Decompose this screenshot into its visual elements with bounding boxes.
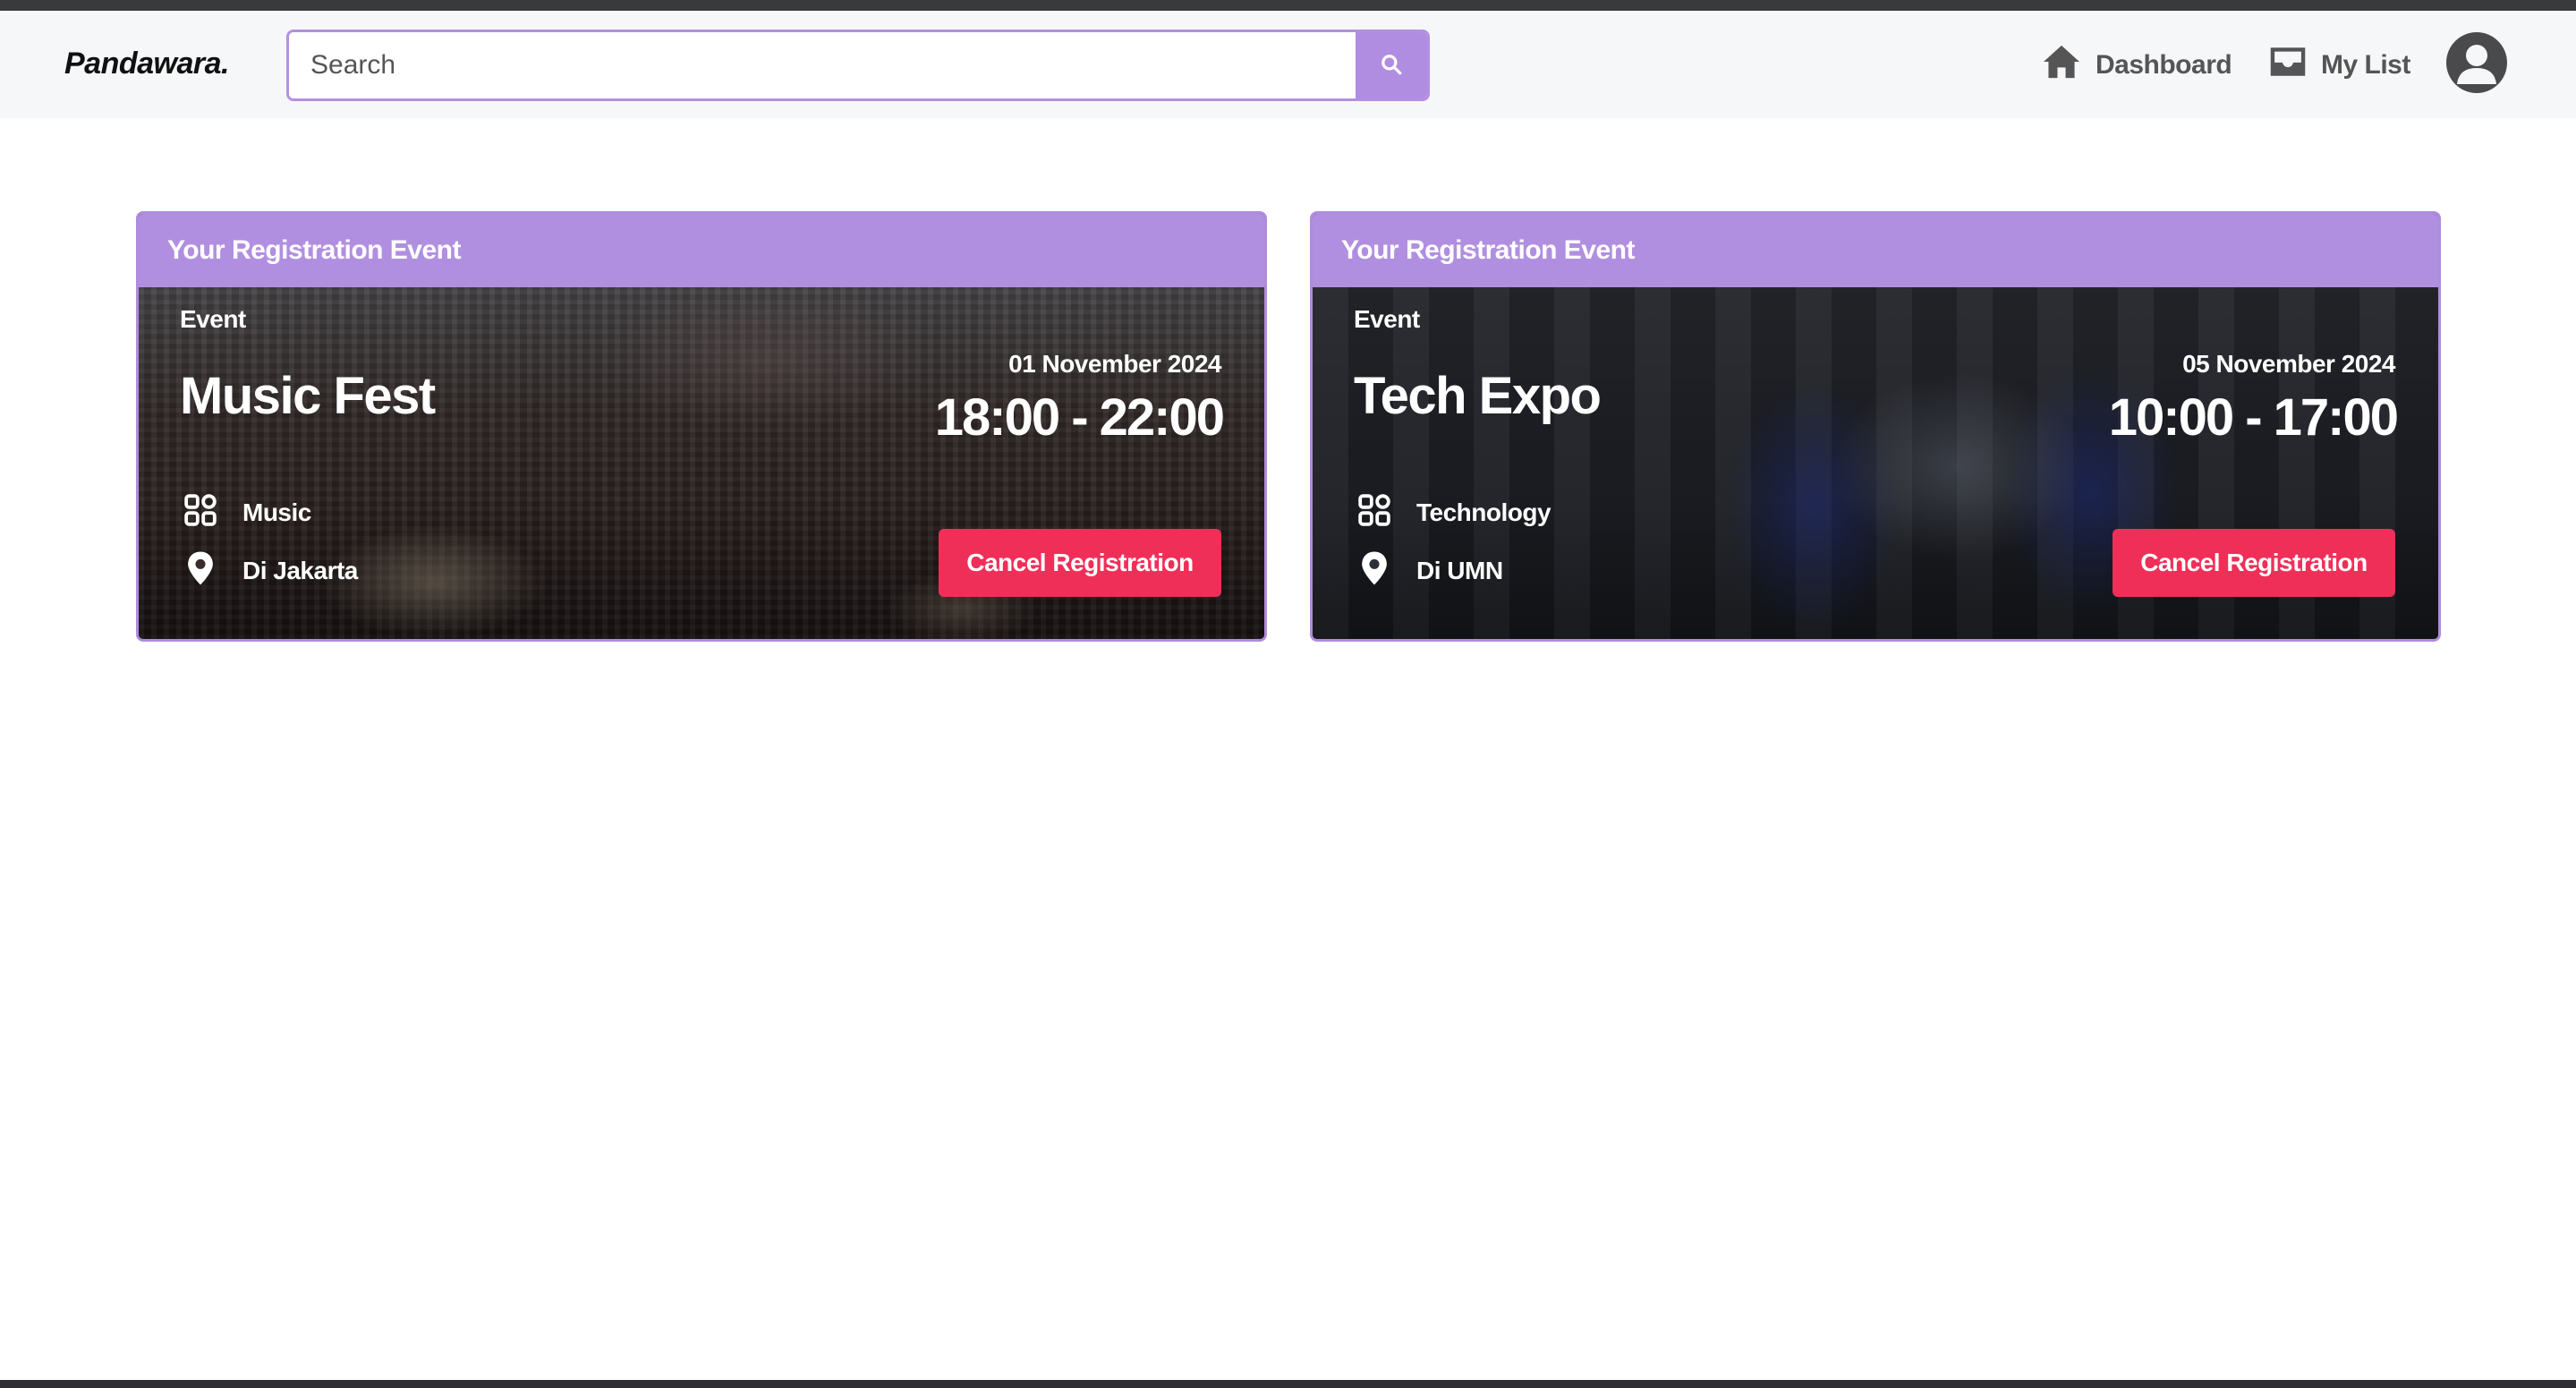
card-header: Your Registration Event (139, 214, 1264, 287)
event-category: Technology (1357, 493, 1552, 533)
cancel-registration-button[interactable]: Cancel Registration (939, 529, 1221, 597)
location-pin-icon (183, 550, 217, 592)
event-time: 10:00 - 17:00 (2108, 388, 2399, 447)
inbox-icon (2269, 46, 2307, 85)
window-top-bar (0, 0, 2576, 11)
search-button[interactable] (1356, 32, 1427, 98)
brand-logo[interactable]: Pandawara. (64, 47, 229, 81)
event-location-text: Di UMN (1416, 557, 1503, 584)
event-time: 18:00 - 22:00 (934, 388, 1225, 447)
event-location: Di Jakarta (183, 551, 358, 591)
registration-card-music-fest: Your Registration Event Event Music Fest… (136, 211, 1267, 642)
window-bottom-bar (0, 1380, 2576, 1388)
location-pin-icon (1357, 550, 1391, 592)
user-avatar-icon (2446, 45, 2507, 93)
event-title: Music Fest (180, 367, 436, 425)
cancel-registration-button[interactable]: Cancel Registration (2113, 529, 2395, 597)
nav-my-list-label: My List (2321, 50, 2410, 80)
nav-my-list-link[interactable]: My List (2269, 43, 2410, 88)
home-icon (2042, 44, 2081, 87)
event-location-text: Di Jakarta (242, 557, 358, 584)
event-category: Music (183, 493, 311, 532)
event-location: Di UMN (1357, 551, 1503, 591)
nav-dashboard-link[interactable]: Dashboard (2042, 43, 2232, 88)
event-category-text: Music (242, 498, 311, 526)
search-input[interactable] (289, 32, 1356, 98)
event-type-label: Event (1354, 305, 1420, 333)
event-category-text: Technology (1416, 498, 1552, 526)
event-date: 01 November 2024 (1008, 350, 1221, 378)
category-grid-icon (183, 493, 217, 533)
event-type-label: Event (180, 305, 246, 333)
user-avatar[interactable] (2446, 32, 2507, 93)
search-icon (1380, 53, 1403, 79)
category-grid-icon (1357, 493, 1391, 533)
event-title: Tech Expo (1354, 367, 1602, 425)
event-date: 05 November 2024 (2182, 350, 2395, 378)
card-body: Event Tech Expo Technology Di UMN 05 Nov… (1313, 287, 2438, 639)
card-header: Your Registration Event (1313, 214, 2438, 287)
search-bar (286, 30, 1430, 101)
nav-dashboard-label: Dashboard (2096, 50, 2232, 80)
registration-card-tech-expo: Your Registration Event Event Tech Expo … (1310, 211, 2441, 642)
navbar: Pandawara. Dashboard My List (0, 11, 2576, 118)
card-body: Event Music Fest Music Di Jakarta 01 Nov… (139, 287, 1264, 639)
